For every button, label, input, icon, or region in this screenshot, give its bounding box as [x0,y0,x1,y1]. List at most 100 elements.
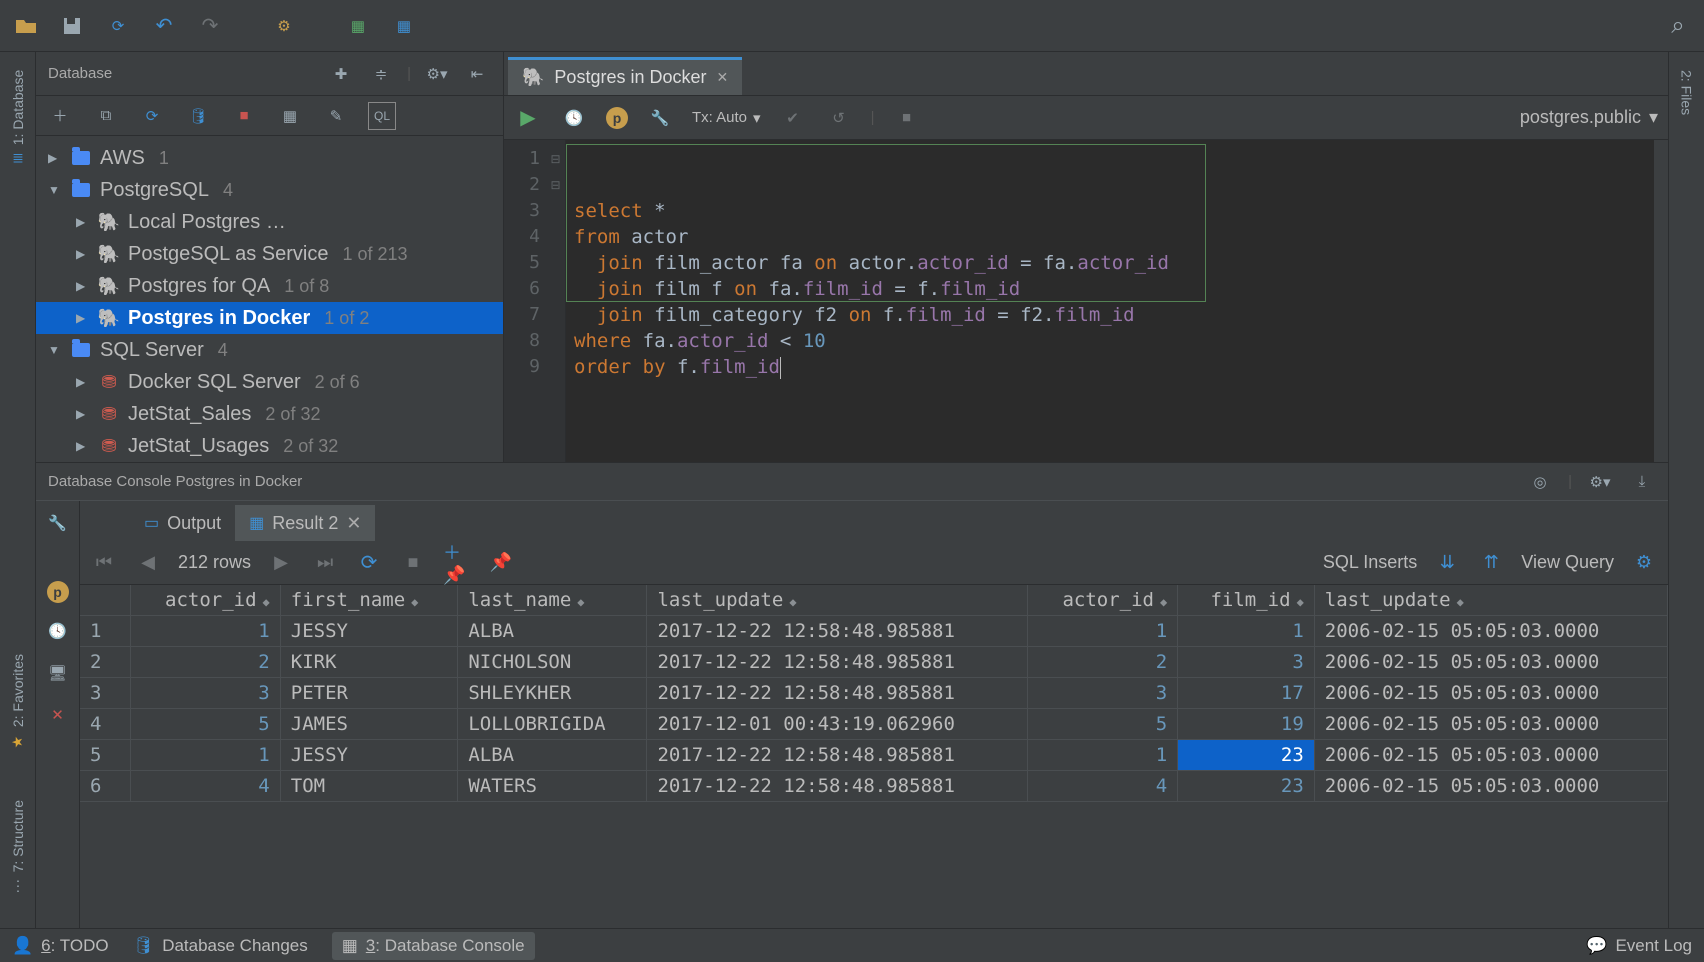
cell[interactable]: 19 [1178,709,1315,740]
tool-files-tab[interactable]: 2: Files [1679,64,1695,121]
cell[interactable]: 1 [1027,740,1177,771]
cell[interactable]: SHLEYKHER [458,678,647,709]
redo-icon[interactable]: ↷ [196,12,224,40]
expand-chevron-icon[interactable]: ▶ [76,279,90,293]
history-icon[interactable]: 🕓 [44,617,72,645]
cell[interactable]: 2006-02-15 05:05:03.0000 [1314,616,1667,647]
tree-node-postgesql-as-service[interactable]: ▶🐘PostgeSQL as Service1 of 213 [36,238,503,270]
cell[interactable]: 2006-02-15 05:05:03.0000 [1314,709,1667,740]
cell[interactable]: 2017-12-22 12:58:48.985881 [647,740,1027,771]
schema-p-icon[interactable]: p [606,107,628,129]
ql-icon[interactable]: QL [368,102,396,130]
cell[interactable]: PETER [280,678,458,709]
refresh-icon[interactable]: ⟳ [104,12,132,40]
pin-icon[interactable]: 📌 [487,549,515,577]
gear-icon[interactable]: ⚙▾ [423,60,451,88]
cell[interactable]: JAMES [280,709,458,740]
cell[interactable]: 1 [1178,616,1315,647]
table-row[interactable]: 11JESSYALBA2017-12-22 12:58:48.985881112… [80,616,1668,647]
table-row[interactable]: 33PETERSHLEYKHER2017-12-22 12:58:48.9858… [80,678,1668,709]
cell[interactable]: 2006-02-15 05:05:03.0000 [1314,678,1667,709]
tab-output[interactable]: ▭ Output [130,505,235,541]
db-changes-tool-button[interactable]: 🛢 Database Changes [133,936,308,956]
cell[interactable]: 1 [130,616,280,647]
cell[interactable]: KIRK [280,647,458,678]
cell[interactable]: 2006-02-15 05:05:03.0000 [1314,647,1667,678]
add-datasource-icon[interactable]: ✚ [327,60,355,88]
table-row[interactable]: 64TOMWATERS2017-12-22 12:58:48.985881423… [80,771,1668,802]
editor-scrollbar[interactable] [1654,140,1668,462]
cell[interactable]: 5 [1027,709,1177,740]
edit-icon[interactable]: ✎ [322,102,350,130]
prev-page-icon[interactable]: ◀ [134,549,162,577]
tab-result[interactable]: ▦ Result 2 ✕ [235,505,375,541]
chip1-icon[interactable]: ▦ [344,12,372,40]
rollback-icon[interactable]: ↺ [825,104,853,132]
save-all-icon[interactable] [58,12,86,40]
cell[interactable]: 2006-02-15 05:05:03.0000 [1314,771,1667,802]
tx-mode-dropdown[interactable]: Tx: Auto ▾ [692,109,761,127]
cell[interactable]: JESSY [280,740,458,771]
tree-node-postgresql[interactable]: ▼PostgreSQL4 [36,174,503,206]
tree-node-postgres-for-qa[interactable]: ▶🐘Postgres for QA1 of 8 [36,270,503,302]
expand-chevron-icon[interactable]: ▶ [76,375,90,389]
last-page-icon[interactable]: ⏭ [311,549,339,577]
cell[interactable]: 2 [130,647,280,678]
sql-inserts-label[interactable]: SQL Inserts [1323,552,1417,573]
run-icon[interactable]: ▶ [514,104,542,132]
tree-node-jetstat-usages[interactable]: ▶⛃JetStat_Usages2 of 32 [36,430,503,462]
first-page-icon[interactable]: ⏮ [90,549,118,577]
results-grid[interactable]: actor_id◆first_name◆last_name◆last_updat… [80,585,1668,928]
cell[interactable]: 2 [1027,647,1177,678]
sql-editor[interactable]: select * from actor join film_actor fa o… [566,140,1654,462]
copy-icon[interactable]: ⧉ [92,102,120,130]
undo-icon[interactable]: ↶ [150,12,178,40]
cell[interactable]: 1 [130,740,280,771]
stop-run-icon[interactable]: ■ [892,104,920,132]
cell[interactable]: 2017-12-22 12:58:48.985881 [647,616,1027,647]
close-result-tab-icon[interactable]: ✕ [346,513,361,534]
new-icon[interactable]: ＋ [46,102,74,130]
cell[interactable]: 4 [1027,771,1177,802]
db-context-dropdown[interactable]: postgres.public ▾ [1520,107,1658,128]
reload-results-icon[interactable]: ⟳ [355,549,383,577]
tree-node-docker-sql-server[interactable]: ▶⛃Docker SQL Server2 of 6 [36,366,503,398]
monitor-icon[interactable]: 🖥 [44,659,72,687]
cell[interactable]: 3 [1027,678,1177,709]
view-query-label[interactable]: View Query [1521,552,1614,573]
expand-chevron-icon[interactable]: ▶ [48,151,62,165]
commit-icon[interactable]: ✔ [779,104,807,132]
console-gear-icon[interactable]: ⚙▾ [1586,468,1614,496]
stop-icon[interactable]: ■ [230,102,258,130]
schema-p2-icon[interactable]: p [47,581,69,603]
tree-node-postgres-in-docker[interactable]: ▶🐘Postgres in Docker1 of 2 [36,302,503,334]
close-tab-icon[interactable]: ✕ [716,69,728,86]
cancel-icon[interactable]: ✕ [44,701,72,729]
cell[interactable]: TOM [280,771,458,802]
open-icon[interactable] [12,12,40,40]
cell[interactable]: 2006-02-15 05:05:03.0000 [1314,740,1667,771]
cell[interactable]: 2017-12-22 12:58:48.985881 [647,647,1027,678]
expand-chevron-icon[interactable]: ▶ [76,439,90,453]
datasource-props-icon[interactable]: 🛢 [184,102,212,130]
expand-chevron-icon[interactable]: ▼ [48,343,62,357]
expand-chevron-icon[interactable]: ▶ [76,215,90,229]
download-icon[interactable]: ⤓ [1628,468,1656,496]
column-header-first_name[interactable]: first_name◆ [280,585,458,616]
row-number-header[interactable] [80,585,130,616]
cell[interactable]: 2017-12-01 00:43:19.062960 [647,709,1027,740]
tree-node-jetstat-sales[interactable]: ▶⛃JetStat_Sales2 of 32 [36,398,503,430]
cell[interactable]: 2017-12-22 12:58:48.985881 [647,678,1027,709]
tree-node-sql-server[interactable]: ▼SQL Server4 [36,334,503,366]
search-icon[interactable]: ⌕ [1664,12,1692,40]
cell[interactable]: 17 [1178,678,1315,709]
sync-icon[interactable]: ⟳ [138,102,166,130]
column-header-film_id[interactable]: film_id◆ [1178,585,1315,616]
import-up-icon[interactable]: ⇈ [1477,549,1505,577]
table-row[interactable]: 51JESSYALBA2017-12-22 12:58:48.985881123… [80,740,1668,771]
tool-favorites-tab[interactable]: ★ 2: Favorites [10,648,26,755]
todo-tool-button[interactable]: 👤 6: TODO [12,936,109,956]
split-icon[interactable]: ≑ [367,60,395,88]
cell[interactable]: 1 [1027,616,1177,647]
results-gear-icon[interactable]: ⚙ [1630,549,1658,577]
